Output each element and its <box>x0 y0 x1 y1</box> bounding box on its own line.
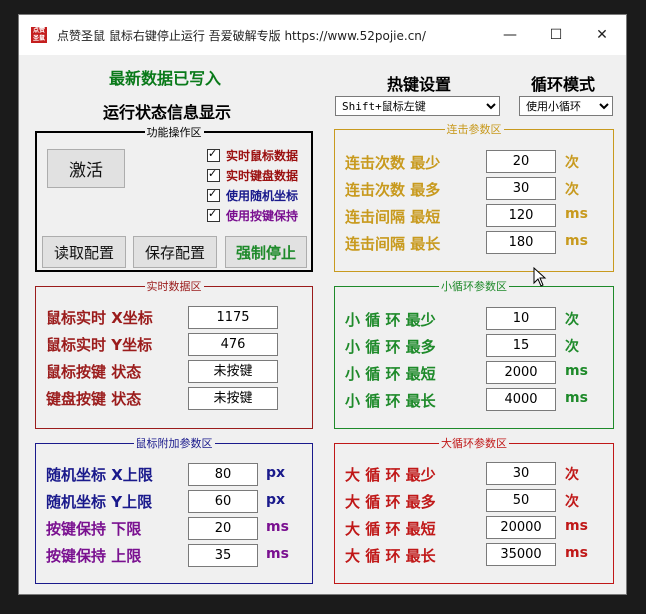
realtime-row-label: 鼠标实时 X坐标 <box>46 309 153 327</box>
combo-max-count-input[interactable]: 30 <box>486 177 556 200</box>
mouse-x-field: 1175 <box>188 306 278 329</box>
big-loop-shortest-input[interactable]: 20000 <box>486 516 556 539</box>
mouse-cursor-icon <box>533 267 547 287</box>
hotkey-select[interactable]: Shift+鼠标左键 <box>335 96 500 116</box>
combo-row-unit: ms <box>565 233 588 249</box>
random-x-limit-input[interactable]: 80 <box>188 463 258 486</box>
combo-row-label: 连击间隔 最短 <box>345 208 441 226</box>
checkbox-key-hold[interactable]: 使用按键保持 <box>207 207 298 224</box>
small-loop-row-unit: ms <box>565 390 588 406</box>
maximize-button[interactable]: ☐ <box>533 15 579 55</box>
small-loop-row-label: 小 循 环 最长 <box>345 392 436 410</box>
activate-button[interactable]: 激活 <box>47 149 125 188</box>
big-loop-longest-input[interactable]: 35000 <box>486 543 556 566</box>
mouse-extra-row-label: 按键保持 上限 <box>46 547 142 565</box>
big-loop-row-label: 大 循 环 最多 <box>345 493 436 511</box>
realtime-data-group: 实时数据区 鼠标实时 X坐标 1175 鼠标实时 Y坐标 476 鼠标按键 状态… <box>35 280 313 429</box>
small-loop-row-unit: ms <box>565 363 588 379</box>
close-button[interactable]: ✕ <box>579 15 625 55</box>
big-loop-row-label: 大 循 环 最短 <box>345 520 436 538</box>
big-loop-min-input[interactable]: 30 <box>486 462 556 485</box>
function-group-title: 功能操作区 <box>144 126 204 139</box>
big-loop-row-unit: 次 <box>565 494 579 510</box>
read-config-button[interactable]: 读取配置 <box>42 236 126 268</box>
small-loop-max-input[interactable]: 15 <box>486 334 556 357</box>
combo-row-label: 连击次数 最多 <box>345 181 441 199</box>
big-loop-row-label: 大 循 环 最少 <box>345 466 436 484</box>
random-y-limit-input[interactable]: 60 <box>188 490 258 513</box>
checkbox-label: 使用按键保持 <box>226 209 299 223</box>
combo-row-label: 连击次数 最少 <box>345 154 441 172</box>
status-display-text: 运行状态信息显示 <box>103 103 232 122</box>
combo-min-interval-input[interactable]: 120 <box>486 204 556 227</box>
title-bar[interactable]: 点赞 圣鼠 点赞圣鼠 鼠标右键停止运行 吾爱破解专版 https://www.52… <box>19 15 626 55</box>
checkbox-label: 使用随机坐标 <box>226 189 299 203</box>
small-loop-row-label: 小 循 环 最短 <box>345 365 436 383</box>
small-loop-row-unit: 次 <box>565 339 579 355</box>
realtime-data-title: 实时数据区 <box>144 280 204 293</box>
checkbox-realtime-keyboard-box[interactable] <box>207 167 220 182</box>
big-loop-row-unit: 次 <box>565 467 579 483</box>
small-loop-longest-input[interactable]: 4000 <box>486 388 556 411</box>
big-loop-row-unit: ms <box>565 545 588 561</box>
small-loop-shortest-input[interactable]: 2000 <box>486 361 556 384</box>
function-group: 功能操作区 激活 实时鼠标数据 实时键盘数据 使用随机坐标 使用按键保持 读取配… <box>35 126 313 272</box>
big-loop-group: 大循环参数区 大 循 环 最少 30 次 大 循 环 最多 50 次 大 循 环… <box>334 437 614 584</box>
app-window: 点赞 圣鼠 点赞圣鼠 鼠标右键停止运行 吾爱破解专版 https://www.52… <box>18 14 627 595</box>
loop-mode-title: 循环模式 <box>531 75 596 94</box>
realtime-row-label: 鼠标按键 状态 <box>46 363 142 381</box>
big-loop-max-input[interactable]: 50 <box>486 489 556 512</box>
mouse-button-state-field: 未按键 <box>188 360 278 383</box>
checkbox-random-coord[interactable]: 使用随机坐标 <box>207 187 298 204</box>
loop-mode-select[interactable]: 使用小循环 <box>519 96 613 116</box>
small-loop-row-unit: 次 <box>565 312 579 328</box>
combo-row-unit: ms <box>565 206 588 222</box>
combo-row-label: 连击间隔 最长 <box>345 235 441 253</box>
keyboard-state-field: 未按键 <box>188 387 278 410</box>
realtime-row-label: 键盘按键 状态 <box>46 390 142 408</box>
key-hold-lower-input[interactable]: 20 <box>188 517 258 540</box>
mouse-extra-group: 鼠标附加参数区 随机坐标 X上限 80 px 随机坐标 Y上限 60 px 按键… <box>35 437 313 584</box>
checkbox-random-coord-box[interactable] <box>207 187 220 202</box>
small-loop-min-input[interactable]: 10 <box>486 307 556 330</box>
small-loop-row-label: 小 循 环 最多 <box>345 338 436 356</box>
save-config-button[interactable]: 保存配置 <box>133 236 217 268</box>
mouse-extra-row-label: 随机坐标 Y上限 <box>46 493 153 511</box>
checkbox-realtime-mouse-box[interactable] <box>207 147 220 162</box>
window-title: 点赞圣鼠 鼠标右键停止运行 吾爱破解专版 https://www.52pojie… <box>57 29 426 43</box>
checkbox-label: 实时键盘数据 <box>226 169 299 183</box>
combo-row-unit: 次 <box>565 182 579 198</box>
mouse-extra-row-unit: px <box>266 465 286 481</box>
combo-params-title: 连击参数区 <box>444 123 504 136</box>
big-loop-row-unit: ms <box>565 518 588 534</box>
combo-min-count-input[interactable]: 20 <box>486 150 556 173</box>
small-loop-group: 小循环参数区 小 循 环 最少 10 次 小 循 环 最多 15 次 小 循 环… <box>334 280 614 429</box>
realtime-row-label: 鼠标实时 Y坐标 <box>46 336 153 354</box>
mouse-extra-row-label: 随机坐标 X上限 <box>46 466 153 484</box>
combo-row-unit: 次 <box>565 155 579 171</box>
small-loop-title: 小循环参数区 <box>439 280 509 293</box>
force-stop-button[interactable]: 强制停止 <box>225 236 307 268</box>
mouse-extra-row-unit: ms <box>266 546 289 562</box>
app-icon: 点赞 圣鼠 <box>31 27 47 43</box>
hotkey-title: 热键设置 <box>387 75 452 94</box>
checkbox-label: 实时鼠标数据 <box>226 149 299 163</box>
big-loop-row-label: 大 循 环 最长 <box>345 547 436 565</box>
checkbox-realtime-mouse[interactable]: 实时鼠标数据 <box>207 147 298 164</box>
big-loop-title: 大循环参数区 <box>439 437 509 450</box>
status-written-text: 最新数据已写入 <box>109 69 222 88</box>
minimize-button[interactable]: — <box>487 15 533 55</box>
mouse-extra-row-label: 按键保持 下限 <box>46 520 142 538</box>
checkbox-realtime-keyboard[interactable]: 实时键盘数据 <box>207 167 298 184</box>
checkbox-key-hold-box[interactable] <box>207 207 220 222</box>
combo-params-group: 连击参数区 连击次数 最少 20 次 连击次数 最多 30 次 连击间隔 最短 … <box>334 123 614 272</box>
mouse-extra-row-unit: px <box>266 492 286 508</box>
mouse-y-field: 476 <box>188 333 278 356</box>
combo-max-interval-input[interactable]: 180 <box>486 231 556 254</box>
mouse-extra-row-unit: ms <box>266 519 289 535</box>
small-loop-row-label: 小 循 环 最少 <box>345 311 436 329</box>
key-hold-upper-input[interactable]: 35 <box>188 544 258 567</box>
mouse-extra-title: 鼠标附加参数区 <box>133 437 215 450</box>
